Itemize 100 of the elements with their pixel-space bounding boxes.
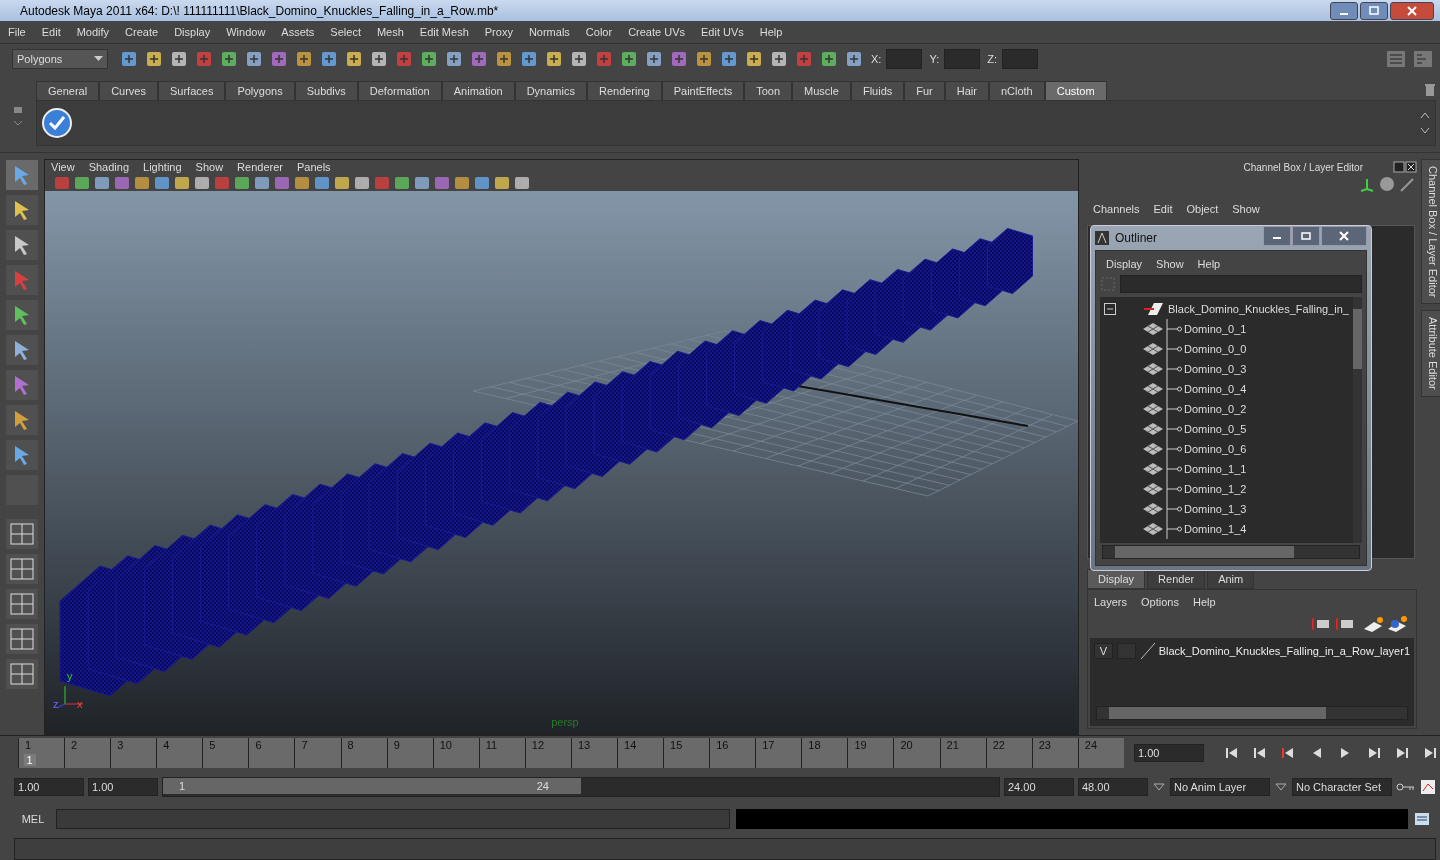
menu-item[interactable]: Assets xyxy=(281,26,315,38)
shelf-tab[interactable]: Toon xyxy=(744,80,793,100)
channel-box-toggle-icon[interactable] xyxy=(1385,49,1407,69)
menu-item[interactable]: Help xyxy=(759,26,783,38)
shelf-tab[interactable]: PaintEffects xyxy=(661,80,745,100)
menu-item[interactable]: Window xyxy=(226,26,266,38)
layer-tab[interactable]: Render xyxy=(1147,569,1206,589)
single-pane-layout-icon[interactable] xyxy=(5,518,39,550)
select-tool-icon[interactable] xyxy=(5,159,39,191)
start-time-field[interactable]: 1.00 xyxy=(14,778,84,796)
menu-item[interactable]: Object xyxy=(1186,203,1219,215)
vertical-scrollbar[interactable] xyxy=(1353,297,1362,543)
menu-item[interactable]: Create xyxy=(125,26,159,38)
minimize-button[interactable] xyxy=(1263,226,1291,246)
shelf-tab[interactable]: Rendering xyxy=(586,80,662,100)
character-set-dropdown[interactable]: No Character Set xyxy=(1292,778,1392,796)
menu-item[interactable]: Edit UVs xyxy=(701,26,744,38)
close-button[interactable] xyxy=(1321,226,1367,246)
menu-item[interactable]: Modify xyxy=(76,26,110,38)
four-pane-layout-icon[interactable] xyxy=(5,553,39,585)
shelf-tab[interactable]: Dynamics xyxy=(514,80,587,100)
animation-preferences-icon[interactable] xyxy=(1420,779,1436,795)
coordinate-field[interactable] xyxy=(886,49,923,69)
horizontal-scrollbar[interactable] xyxy=(1102,545,1360,559)
menu-item[interactable]: Display xyxy=(1106,258,1143,270)
panel-menu-item[interactable]: Panels xyxy=(296,161,331,174)
tree-item[interactable]: Domino_0_3 xyxy=(1184,363,1247,375)
current-time-field[interactable]: 1.00 xyxy=(1134,744,1204,762)
panel-menu-item[interactable]: View xyxy=(51,161,75,174)
key-icon[interactable] xyxy=(1396,781,1416,793)
menu-item[interactable]: Proxy xyxy=(484,26,513,38)
layer-color-swatch-icon[interactable] xyxy=(1139,642,1155,660)
time-slider[interactable]: 1 2 3 4 5 6 7 8 9 10 11 12 13 14 15 16 17 18 19 20 21 22 23 24 1 xyxy=(18,738,1124,768)
menu-item[interactable]: Layers xyxy=(1094,596,1128,608)
menu-item[interactable]: Mesh xyxy=(376,26,404,38)
shelf-tab[interactable]: Muscle xyxy=(792,80,851,100)
current-frame-marker[interactable]: 1 xyxy=(23,754,36,766)
float-close-icon[interactable] xyxy=(1393,161,1417,173)
menu-item[interactable]: Create UVs xyxy=(628,26,685,38)
menu-item[interactable]: Show xyxy=(1156,258,1184,270)
menu-item[interactable]: Help xyxy=(1197,258,1221,270)
maximize-button[interactable] xyxy=(1292,226,1320,246)
menu-item[interactable]: Show xyxy=(1232,203,1260,215)
shelf-tab[interactable]: Custom xyxy=(1044,80,1107,100)
shelf-tab[interactable]: Hair xyxy=(944,80,989,100)
side-tab[interactable]: Channel Box / Layer Editor xyxy=(1421,159,1440,305)
tree-item[interactable]: Domino_1_2 xyxy=(1184,483,1247,495)
script-editor-icon[interactable] xyxy=(1414,811,1430,827)
shelf-tab[interactable]: Fluids xyxy=(850,80,905,100)
range-slider-thumb[interactable]: 1 24 xyxy=(163,778,581,794)
shelf-tab[interactable]: nCloth xyxy=(988,80,1045,100)
tree-item[interactable]: Domino_0_0 xyxy=(1184,343,1247,355)
range-slider[interactable]: 1 24 xyxy=(162,777,1000,797)
shelf-tab[interactable]: Deformation xyxy=(357,80,442,100)
tree-item[interactable]: Domino_1_1 xyxy=(1184,463,1247,475)
command-language-label[interactable]: MEL xyxy=(16,813,50,825)
menu-item[interactable]: Normals xyxy=(528,26,570,38)
checkmark-icon[interactable] xyxy=(41,107,73,139)
panel-menu-item[interactable]: Lighting xyxy=(143,161,182,174)
attribute-editor-toggle-icon[interactable] xyxy=(1412,49,1434,69)
visibility-toggle[interactable]: V xyxy=(1094,643,1113,659)
search-field[interactable] xyxy=(1120,275,1362,293)
layer-tab[interactable]: Anim xyxy=(1207,569,1255,589)
mode-dropdown[interactable]: Polygons xyxy=(12,49,108,69)
menu-item[interactable]: Options xyxy=(1141,596,1179,608)
horizontal-scrollbar[interactable] xyxy=(1096,706,1408,720)
layer-actions-icons[interactable] xyxy=(1310,614,1410,634)
minimize-button[interactable] xyxy=(1330,1,1358,20)
tree-item[interactable]: Black_Domino_Knuckles_Falling_in_ xyxy=(1168,303,1349,315)
panel-menu-item[interactable]: Show xyxy=(195,161,224,174)
end-time-field[interactable]: 48.00 xyxy=(1078,778,1148,796)
tree-item[interactable]: Domino_0_5 xyxy=(1184,423,1247,435)
anim-layer-dropdown[interactable]: No Anim Layer xyxy=(1170,778,1270,796)
close-button[interactable] xyxy=(1390,1,1434,20)
shelf-tab[interactable]: General xyxy=(36,80,100,100)
menu-item[interactable]: Edit Mesh xyxy=(419,26,469,38)
shelf-tab[interactable]: Subdivs xyxy=(294,80,358,100)
coordinate-field[interactable] xyxy=(1002,49,1038,69)
shelf-tab[interactable]: Curves xyxy=(99,80,158,100)
menu-item[interactable]: File xyxy=(8,26,26,38)
tree-item[interactable]: Domino_0_1 xyxy=(1184,323,1247,335)
shelf-tab[interactable]: Polygons xyxy=(225,80,295,100)
coordinate-field[interactable] xyxy=(944,49,981,69)
tree-item[interactable]: Domino_1_4 xyxy=(1184,523,1247,535)
tree-item[interactable]: Domino_0_6 xyxy=(1184,443,1247,455)
playback-end-field[interactable]: 24.00 xyxy=(1004,778,1074,796)
menu-item[interactable]: Color xyxy=(585,26,613,38)
trash-icon[interactable] xyxy=(1424,83,1436,97)
menu-item[interactable]: Help xyxy=(1192,596,1216,608)
playback-start-field[interactable]: 1.00 xyxy=(88,778,158,796)
domino-wireframe-drawing[interactable] xyxy=(59,228,1033,697)
panel-menu-item[interactable]: Renderer xyxy=(237,161,283,174)
collapse-toggle-icon[interactable] xyxy=(1104,303,1116,315)
tree-item[interactable]: Domino_0_4 xyxy=(1184,383,1247,395)
shelf-tab[interactable]: Surfaces xyxy=(158,80,226,100)
side-tab[interactable]: Attribute Editor xyxy=(1421,310,1440,398)
shelf-tab[interactable]: Animation xyxy=(441,80,515,100)
command-input[interactable] xyxy=(56,809,730,829)
panel-menu-item[interactable]: Shading xyxy=(88,161,130,174)
maximize-button[interactable] xyxy=(1360,1,1388,20)
